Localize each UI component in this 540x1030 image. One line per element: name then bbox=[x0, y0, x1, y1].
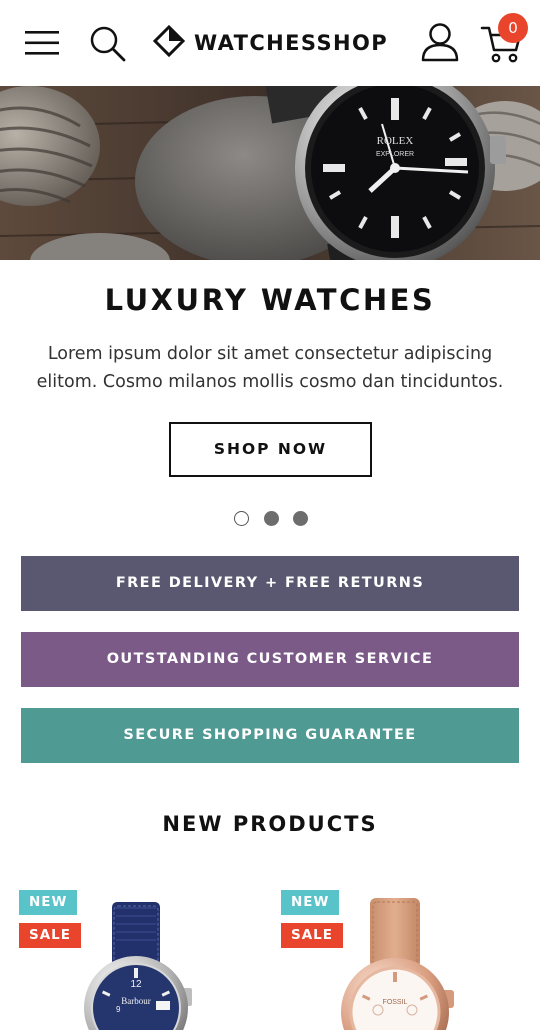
new-badge: NEW bbox=[19, 890, 78, 915]
search-icon[interactable] bbox=[88, 24, 128, 64]
watch-brand-text: ROLEX bbox=[377, 135, 414, 147]
svg-text:12: 12 bbox=[130, 979, 142, 990]
carousel-dot-3[interactable] bbox=[293, 510, 308, 526]
watch-model-text: EXPLORER bbox=[376, 151, 414, 158]
carousel-dots bbox=[234, 510, 308, 526]
product-brand-text: Barbour bbox=[121, 996, 151, 1006]
user-icon[interactable] bbox=[418, 20, 462, 64]
customer-service-bar[interactable]: OUTSTANDING CUSTOMER SERVICE bbox=[21, 632, 519, 687]
product-brand-text: FOSSIL bbox=[383, 999, 408, 1006]
hero-title: LUXURY WATCHES bbox=[104, 283, 436, 317]
svg-text:9: 9 bbox=[116, 1005, 121, 1014]
logo-text: WATCHESSHOP bbox=[194, 31, 389, 55]
new-products-title: NEW PRODUCTS bbox=[162, 812, 378, 836]
free-delivery-bar[interactable]: FREE DELIVERY + FREE RETURNS bbox=[21, 556, 519, 611]
new-badge: NEW bbox=[281, 890, 340, 915]
hero-description: Lorem ipsum dolor sit amet consectetur a… bbox=[36, 344, 504, 392]
carousel-dot-2[interactable] bbox=[263, 510, 279, 526]
hamburger-menu-icon[interactable] bbox=[22, 26, 62, 60]
diamond-logo-icon bbox=[152, 24, 186, 63]
carousel-dot-1[interactable] bbox=[234, 510, 249, 526]
product-card[interactable]: NEW SALE 12 Barbour 9 bbox=[16, 884, 256, 1030]
hero-banner-image[interactable]: ROLEX EXPLORER bbox=[0, 86, 540, 260]
sale-badge: SALE bbox=[281, 923, 343, 948]
sale-badge: SALE bbox=[19, 923, 81, 948]
product-card[interactable]: NEW SALE FOSSIL bbox=[278, 884, 518, 1030]
shop-now-button[interactable]: SHOP NOW bbox=[169, 422, 372, 477]
cart-count-badge: 0 bbox=[498, 13, 528, 43]
site-logo[interactable]: WATCHESSHOP bbox=[152, 24, 388, 62]
secure-shopping-bar[interactable]: SECURE SHOPPING GUARANTEE bbox=[21, 708, 519, 763]
site-header: WATCHESSHOP 0 bbox=[0, 0, 540, 86]
